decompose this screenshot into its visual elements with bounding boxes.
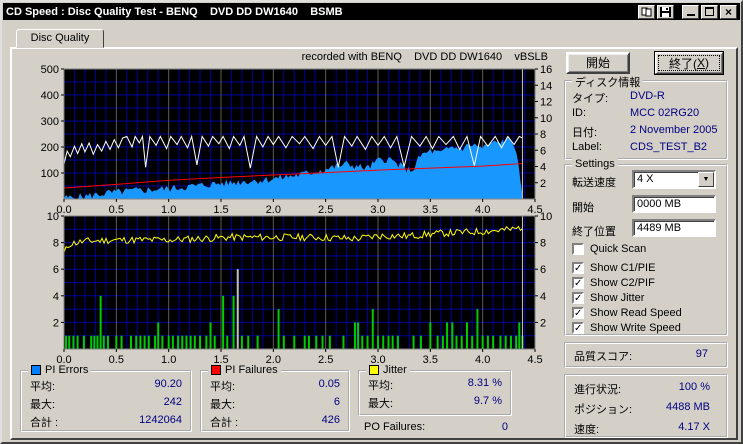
max-label: 最大:	[368, 398, 394, 410]
transfer-speed-label: 転送速度	[572, 177, 616, 189]
pi-errors-legend-swatch	[31, 365, 41, 375]
avg-label: 平均:	[210, 381, 236, 393]
po-failures-value: 0	[501, 421, 508, 433]
settings-title: Settings	[572, 158, 618, 170]
avg-label: 平均:	[368, 380, 394, 392]
disc-id-value: MCC 02RG20	[630, 107, 700, 119]
pi-errors-panel: PI Errors 平均: 90.20 最大: 242 合計 : 1242064	[20, 364, 192, 432]
total-value: 1242064	[139, 414, 182, 426]
disc-date-label: 日付:	[572, 127, 598, 139]
max-label: 最大:	[210, 399, 236, 411]
max-label: 最大:	[30, 399, 56, 411]
jitter-panel: Jitter 平均: 8.31 % 最大: 9.7 %	[358, 364, 512, 416]
close-icon: ×	[724, 4, 732, 19]
max-value: 6	[333, 396, 340, 408]
end-position-label: 終了位置	[572, 226, 616, 238]
checkbox-show-c2-pif[interactable]: ✓ Show C2/PIF	[572, 276, 655, 289]
avg-value: 8.31 %	[467, 377, 502, 389]
chevron-down-icon[interactable]: ▼	[698, 172, 714, 187]
quality-score-value: 97	[695, 348, 708, 360]
maximize-icon	[705, 7, 714, 16]
checkbox-show-write-speed[interactable]: ✓ Show Write Speed	[572, 321, 681, 334]
disc-date-value: 2 November 2005	[630, 124, 718, 136]
disc-type-label: タイプ:	[572, 93, 609, 105]
copy-icon	[641, 7, 652, 16]
recorded-with-text: recorded with BENQ DVD DD DW1640 vBSLB	[301, 51, 548, 63]
exit-button-accesskey: X	[696, 56, 705, 70]
disc-id-label: ID:	[572, 107, 587, 119]
progress-value: 100 %	[678, 381, 710, 393]
window-title: CD Speed : Disc Quality Test - BENQ DVD …	[6, 5, 343, 18]
max-value: 242	[163, 396, 182, 408]
po-failures-label: PO Failures:	[364, 421, 426, 433]
pi-errors-legend-label: PI Errors	[45, 364, 89, 376]
close-button[interactable]: ×	[720, 4, 737, 19]
maximize-button[interactable]	[701, 4, 718, 19]
disc-label-label: Label:	[572, 141, 602, 153]
save-button[interactable]	[657, 4, 674, 19]
speed-value: 4.17 X	[678, 421, 710, 433]
save-icon	[660, 6, 671, 17]
pi-failures-legend-label: PI Failures	[225, 364, 278, 376]
total-value: 426	[321, 414, 340, 426]
max-value: 9.7 %	[473, 395, 502, 407]
pi-failures-panel: PI Failures 平均: 0.05 最大: 6 合計 : 426	[200, 364, 350, 432]
copy-button[interactable]	[638, 4, 655, 19]
transfer-speed-select[interactable]: 4 X ▼	[632, 170, 716, 189]
disc-info-title: ディスク情報	[572, 74, 644, 90]
jitter-legend-label: Jitter	[383, 364, 407, 376]
checkbox-show-jitter[interactable]: ✓ Show Jitter	[572, 291, 644, 304]
checkbox-quick-scan[interactable]: Quick Scan	[572, 242, 646, 255]
exit-button-label-post: )	[705, 56, 709, 70]
minimize-icon	[686, 14, 695, 16]
pi-failures-legend-swatch	[211, 365, 221, 375]
end-position-input[interactable]: 4489 MB	[632, 219, 716, 237]
checkbox-show-c1-pie[interactable]: ✓ Show C1/PIE	[572, 261, 655, 274]
transfer-speed-value: 4 X	[637, 173, 654, 185]
titlebar: CD Speed : Disc Quality Test - BENQ DVD …	[3, 3, 740, 20]
avg-value: 90.20	[154, 378, 182, 390]
exit-button[interactable]: 終了(X)	[654, 51, 724, 75]
tab-disc-quality[interactable]: Disc Quality	[16, 29, 104, 48]
exit-button-label-pre: 終了(	[668, 56, 697, 71]
total-label: 合計 :	[30, 417, 59, 429]
checkbox-show-read-speed[interactable]: ✓ Show Read Speed	[572, 306, 682, 319]
start-button[interactable]: 開始	[566, 52, 630, 74]
position-value: 4488 MB	[665, 401, 710, 413]
start-position-label: 開始	[572, 202, 594, 214]
avg-label: 平均:	[30, 381, 56, 393]
jitter-panel-wrap: Jitter 平均: 8.31 % 最大: 9.7 % PO Failures: 0	[358, 364, 512, 434]
app-window: CD Speed : Disc Quality Test - BENQ DVD …	[0, 0, 743, 444]
total-label: 合計 :	[210, 417, 239, 429]
disc-type-value: DVD-R	[630, 90, 665, 102]
jitter-legend-swatch	[369, 365, 379, 375]
avg-value: 0.05	[318, 378, 340, 390]
minimize-button[interactable]	[682, 4, 699, 19]
disc-label-value: CDS_TEST_B2	[630, 141, 708, 153]
start-position-input[interactable]: 0000 MB	[632, 195, 716, 213]
